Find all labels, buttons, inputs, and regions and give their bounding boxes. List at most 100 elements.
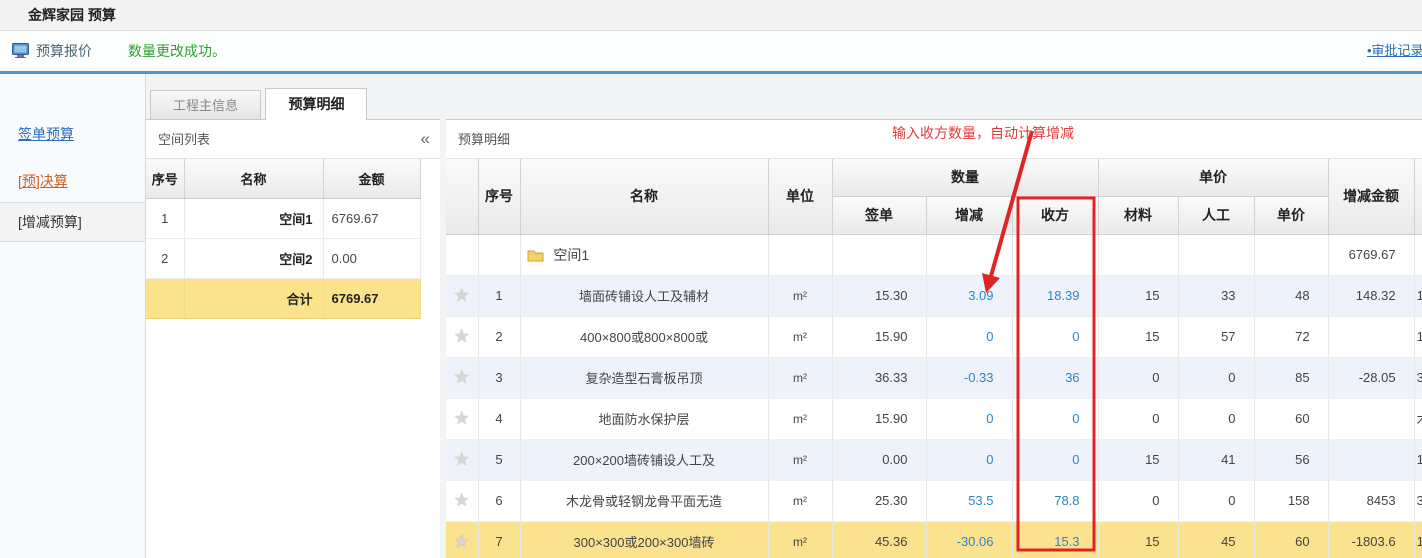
- price-material: 15: [1098, 316, 1178, 357]
- col-price-unit: 单价: [1254, 196, 1328, 234]
- detail-row[interactable]: ★3复杂造型石膏板吊顶m²36.33-0.33360085-28.053: [446, 357, 1422, 398]
- qty-signed: 15.30: [832, 275, 926, 316]
- qty-received[interactable]: 36: [1012, 357, 1098, 398]
- col-unit: 单位: [768, 159, 832, 234]
- clipped-cell: 1: [1414, 275, 1422, 316]
- item-name: 400×800或800×800或: [520, 316, 768, 357]
- qty-signed: 15.90: [832, 398, 926, 439]
- qty-change: 0: [926, 439, 1012, 480]
- favorite-star-icon[interactable]: ★: [454, 449, 470, 469]
- page-title: 金辉家园 预算: [28, 0, 116, 30]
- detail-row[interactable]: ★1墙面砖铺设人工及辅材m²15.303.0918.39153348148.32…: [446, 275, 1422, 316]
- qty-change: 3.09: [926, 275, 1012, 316]
- space-table: 序号 名称 金额 1 空间1 6769.67 2 空间2 0.00: [146, 159, 421, 319]
- detail-row[interactable]: ★7300×300或200×300墙砖m²45.36-30.0615.31545…: [446, 521, 1422, 558]
- col-price-labor: 人工: [1178, 196, 1254, 234]
- qty-signed: 25.30: [832, 480, 926, 521]
- price-labor: 0: [1178, 357, 1254, 398]
- tab-bar: 工程主信息 预算明细: [150, 88, 367, 120]
- price-material: 15: [1098, 521, 1178, 558]
- detail-header-row-1: 序号 名称 单位 数量 单价 增减金额: [446, 159, 1422, 196]
- favorite-star-icon[interactable]: ★: [446, 480, 478, 521]
- clipped-cell: 1: [1414, 439, 1422, 480]
- row-index: 3: [478, 357, 520, 398]
- favorite-star-icon[interactable]: ★: [454, 285, 470, 305]
- col-qty-change: 增减: [926, 196, 1012, 234]
- col-qty-received: 收方: [1012, 196, 1098, 234]
- collapse-panel-icon[interactable]: «: [421, 120, 430, 157]
- detail-row[interactable]: ★5200×200墙砖铺设人工及m²0.00001541561: [446, 439, 1422, 480]
- favorite-star-icon[interactable]: ★: [454, 490, 470, 510]
- monitor-icon: [12, 43, 29, 63]
- clipped-cell: 木: [1414, 398, 1422, 439]
- qty-signed: 0.00: [832, 439, 926, 480]
- col-star: [446, 159, 478, 234]
- clipped-cell: 3: [1414, 480, 1422, 521]
- price-material: 15: [1098, 439, 1178, 480]
- favorite-star-icon[interactable]: ★: [454, 326, 470, 346]
- favorite-star-icon[interactable]: ★: [446, 398, 478, 439]
- price-labor: 45: [1178, 521, 1254, 558]
- qty-received[interactable]: 0: [1012, 316, 1098, 357]
- budget-detail-table: 序号 名称 单位 数量 单价 增减金额 签单 增减 收方 材料 人工 单价: [446, 159, 1422, 558]
- annotation-text: 输入收方数量，自动计算增减: [892, 123, 1074, 143]
- item-name: 墙面砖铺设人工及辅材: [520, 275, 768, 316]
- col-seq: 序号: [146, 159, 184, 198]
- group-name: 空间1: [553, 247, 589, 263]
- total-label: 合计: [184, 278, 323, 318]
- col-group-quantity: 数量: [832, 159, 1098, 196]
- detail-row[interactable]: ★6木龙骨或轻钢龙骨平面无造m²25.3053.578.80015884533: [446, 480, 1422, 521]
- row-index: 5: [478, 439, 520, 480]
- approval-records-link[interactable]: •审批记录: [1367, 31, 1422, 71]
- qty-received[interactable]: 78.8: [1012, 480, 1098, 521]
- space-row[interactable]: 1 空间1 6769.67: [146, 198, 420, 238]
- space-list-title: 空间列表: [158, 120, 210, 159]
- favorite-star-icon[interactable]: ★: [454, 408, 470, 428]
- favorite-star-icon[interactable]: ★: [446, 357, 478, 398]
- item-unit: m²: [768, 275, 832, 316]
- row-index: 4: [478, 398, 520, 439]
- price-unit: 56: [1254, 439, 1328, 480]
- favorite-star-icon[interactable]: ★: [446, 275, 478, 316]
- qty-received[interactable]: 0: [1012, 439, 1098, 480]
- favorite-star-icon[interactable]: ★: [454, 531, 470, 551]
- item-name: 200×200墙砖铺设人工及: [520, 439, 768, 480]
- favorite-star-icon[interactable]: ★: [446, 316, 478, 357]
- space-row[interactable]: 2 空间2 0.00: [146, 238, 420, 278]
- price-labor: 33: [1178, 275, 1254, 316]
- qty-received[interactable]: 18.39: [1012, 275, 1098, 316]
- col-seq: 序号: [478, 159, 520, 234]
- col-group-price: 单价: [1098, 159, 1328, 196]
- main-content: 签单预算 [预]决算 [增减预算] 工程主信息 预算明细 空间列表 « 序号 名…: [0, 74, 1422, 558]
- qty-received[interactable]: 0: [1012, 398, 1098, 439]
- qty-change: -30.06: [926, 521, 1012, 558]
- row-index: 6: [478, 480, 520, 521]
- price-unit: 85: [1254, 357, 1328, 398]
- item-unit: m²: [768, 357, 832, 398]
- row-index: 7: [478, 521, 520, 558]
- qty-signed: 15.90: [832, 316, 926, 357]
- item-name: 木龙骨或轻钢龙骨平面无造: [520, 480, 768, 521]
- detail-row[interactable]: ★2400×800或800×800或m²15.90001557721: [446, 316, 1422, 357]
- tab-budget-detail[interactable]: 预算明细: [265, 88, 367, 120]
- price-labor: 41: [1178, 439, 1254, 480]
- space-group-row[interactable]: 空间1 6769.67: [446, 234, 1422, 275]
- favorite-star-icon[interactable]: ★: [446, 439, 478, 480]
- sidebar-item-signed-budget[interactable]: 签单预算: [18, 124, 74, 144]
- sidebar-item-change-budget[interactable]: [增减预算]: [0, 202, 145, 242]
- qty-received[interactable]: 15.3: [1012, 521, 1098, 558]
- row-index: 1: [478, 275, 520, 316]
- space-amount: 0.00: [323, 238, 420, 278]
- col-qty-signed: 签单: [832, 196, 926, 234]
- tab-project-info[interactable]: 工程主信息: [150, 90, 261, 120]
- price-unit: 60: [1254, 398, 1328, 439]
- toolbar: 预算报价 数量更改成功。 •审批记录: [0, 31, 1422, 74]
- item-name: 300×300或200×300墙砖: [520, 521, 768, 558]
- sidebar-item-final-account[interactable]: [预]决算: [18, 171, 68, 191]
- item-unit: m²: [768, 480, 832, 521]
- space-name: 空间1: [184, 198, 323, 238]
- favorite-star-icon[interactable]: ★: [446, 521, 478, 558]
- detail-row[interactable]: ★4地面防水保护层m²15.90000060木: [446, 398, 1422, 439]
- folder-icon: [527, 249, 544, 262]
- favorite-star-icon[interactable]: ★: [454, 367, 470, 387]
